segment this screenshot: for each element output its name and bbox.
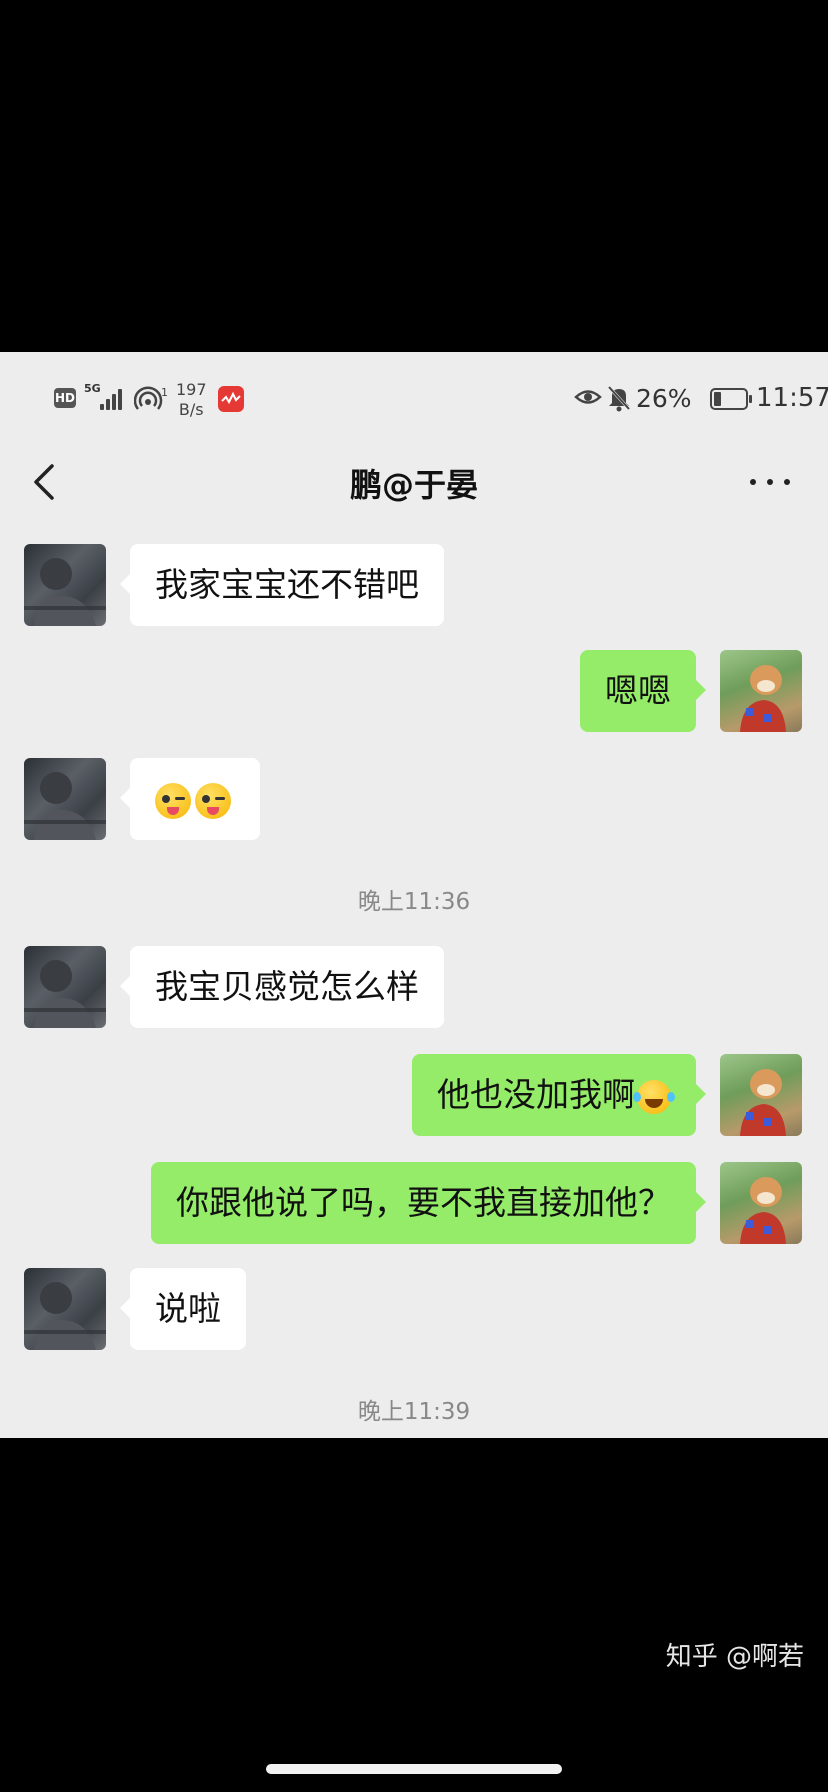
message-bubble-incoming[interactable] [120,758,260,840]
message-bubble-outgoing[interactable]: 他也没加我啊 [412,1054,706,1136]
chat-timestamp: 晚上11:39 [357,1399,471,1425]
winking-tongue-emoji [155,782,191,819]
my-avatar[interactable] [720,650,802,732]
network-type: 5G [84,382,101,395]
status-bar: HD 5G 1 197 B/s 26% 11:57 [0,352,828,442]
svg-text:1: 1 [161,386,168,399]
contact-avatar[interactable] [24,1268,106,1350]
message-bubble-incoming[interactable]: 我家宝宝还不错吧 [120,544,444,626]
signal-icon [100,386,128,410]
contact-avatar[interactable] [24,544,106,626]
message-text: 说啦 [155,1289,221,1328]
hotspot-icon: 1 [134,386,168,410]
message-text: 我家宝宝还不错吧 [155,565,419,604]
chat-timestamp: 晚上11:36 [357,889,471,915]
message-text: 嗯嗯 [605,671,671,710]
battery-fill [714,392,721,406]
watermark: 知乎 @啊若 [665,1642,804,1672]
message-text: 他也没加我啊 [437,1075,635,1114]
net-speed-value: 197 [176,380,207,399]
contact-avatar[interactable] [24,758,106,840]
net-speed-unit: B/s [178,400,204,419]
message-bubble-outgoing[interactable]: 你跟他说了吗，要不我直接加他？ [151,1162,706,1244]
message-bubble-incoming[interactable]: 我宝贝感觉怎么样 [120,946,444,1028]
status-time: 11:57 [756,383,828,413]
my-avatar[interactable] [720,1054,802,1136]
home-indicator[interactable] [266,1764,562,1774]
more-options-icon[interactable] [748,470,792,494]
tears-of-joy-emoji [633,1079,675,1114]
message-text: 我宝贝感觉怎么样 [155,967,419,1006]
message-text: 你跟他说了吗，要不我直接加他？ [176,1183,671,1222]
battery-percent: 26% [636,384,692,413]
hd-icon: HD [54,388,76,408]
contact-avatar[interactable] [24,946,106,1028]
phone-frame: HD 5G 1 197 B/s 26% 11:57 鹏@于晏 我家宝宝还不错吧 … [0,0,828,1792]
battery-icon [710,388,752,410]
message-bubble-incoming[interactable]: 说啦 [120,1268,246,1350]
mute-bell-icon [607,385,631,412]
chat-nav-bar: 鹏@于晏 [0,442,828,522]
eye-icon [574,390,602,404]
net-speed: 197 B/s [176,380,207,420]
app-notification-icon [218,386,244,412]
chat-screen: HD 5G 1 197 B/s 26% 11:57 鹏@于晏 我家宝宝还不错吧 … [0,352,828,1438]
winking-tongue-emoji [195,782,231,819]
my-avatar[interactable] [720,1162,802,1244]
message-bubble-outgoing[interactable]: 嗯嗯 [580,650,706,732]
chat-title: 鹏@于晏 [349,466,478,504]
